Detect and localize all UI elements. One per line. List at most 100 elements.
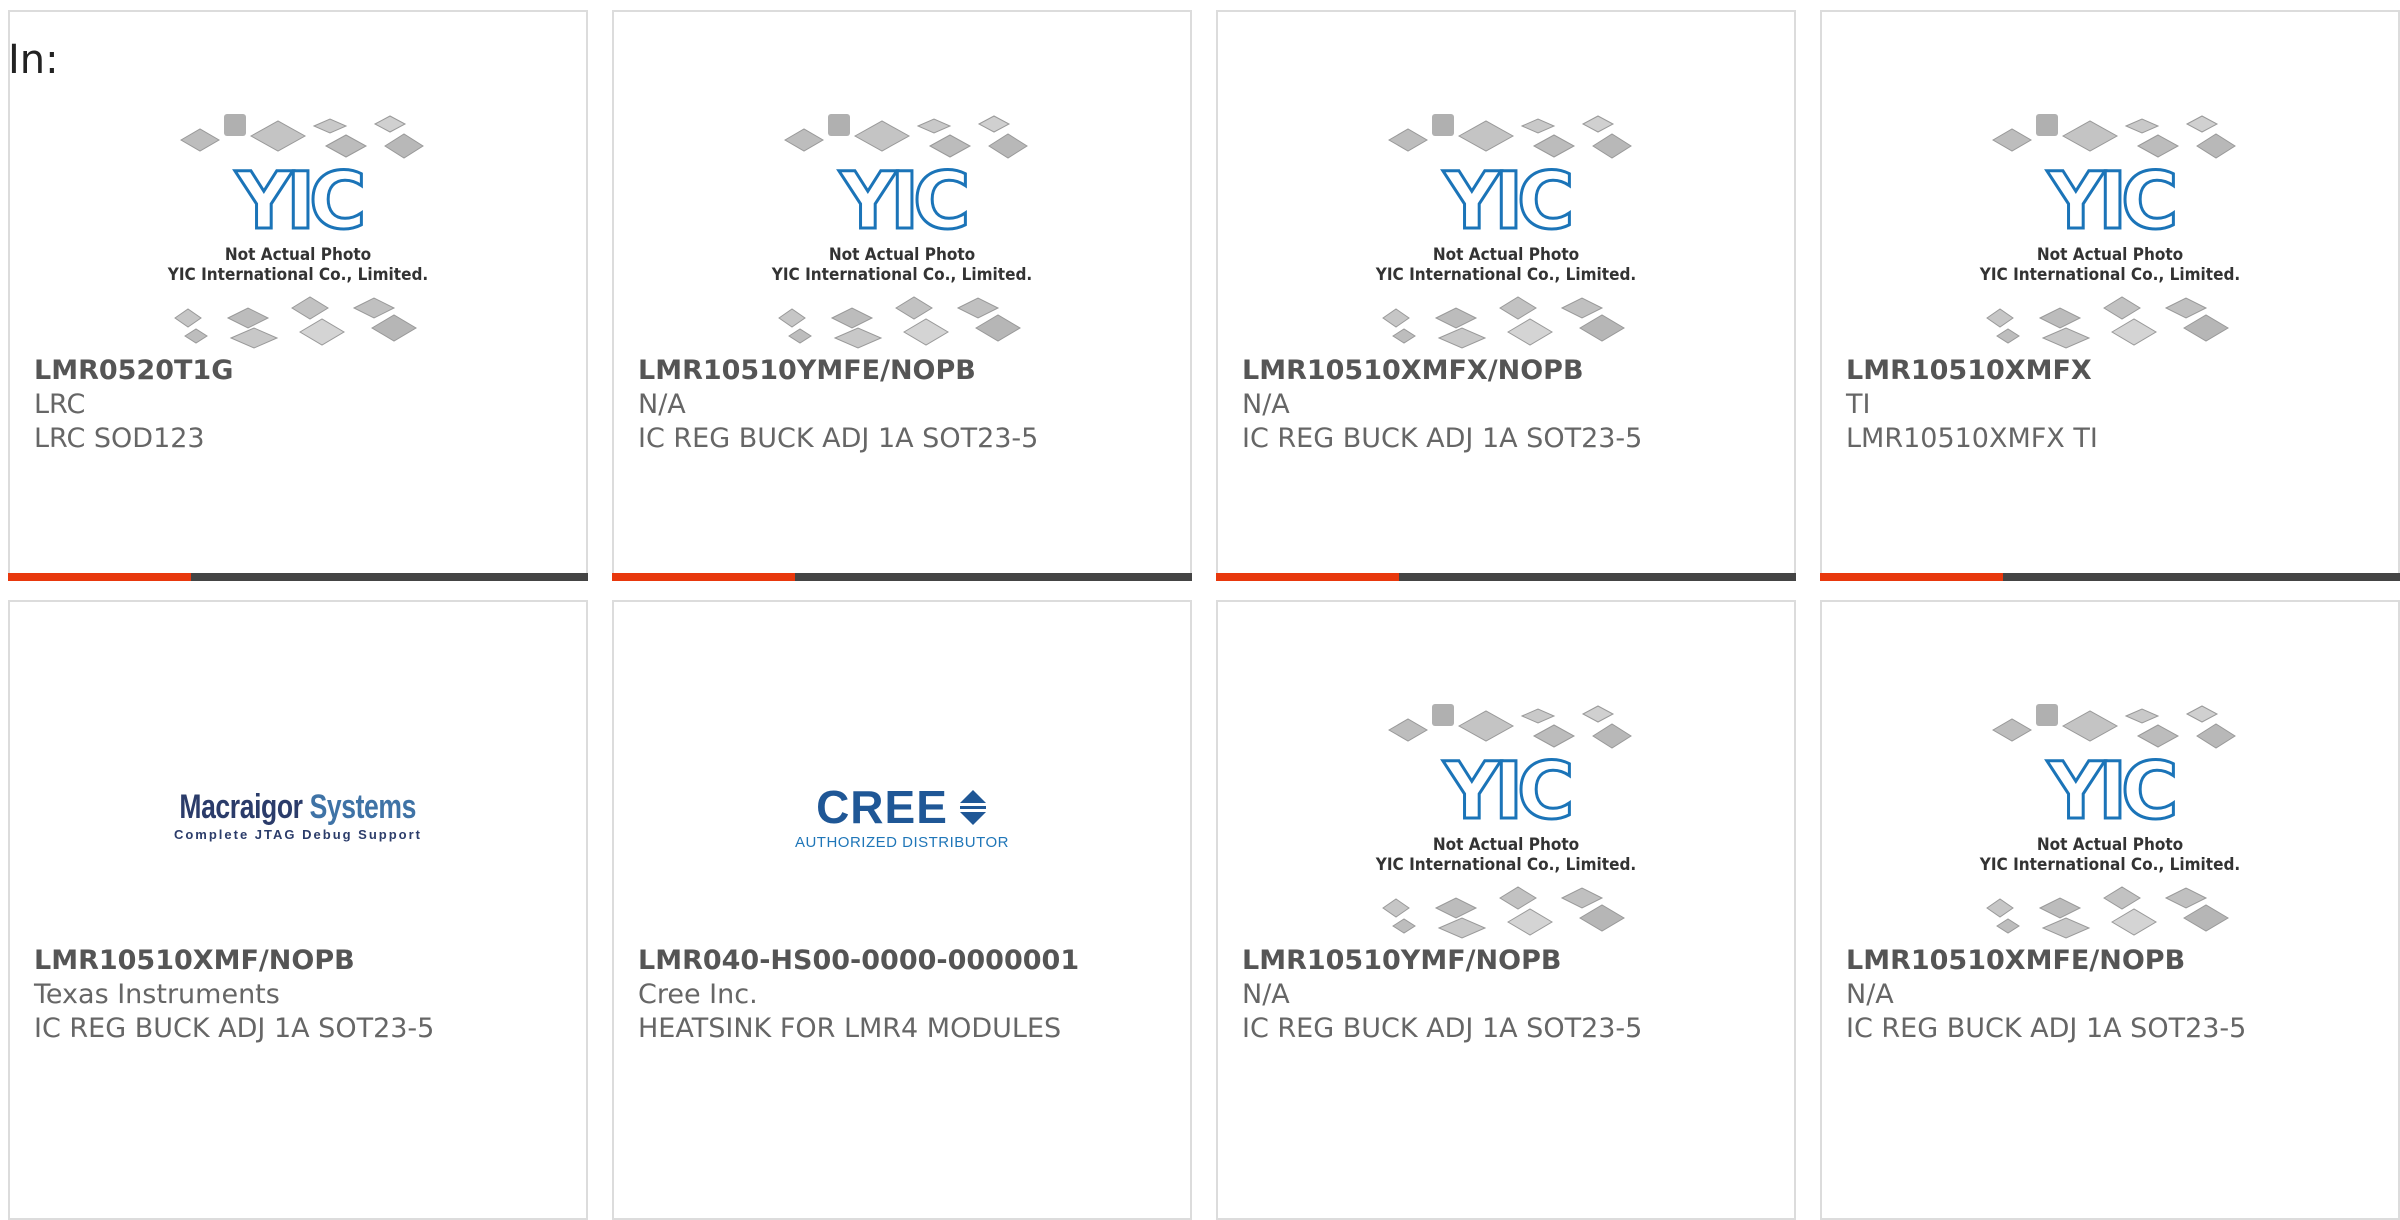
placeholder-caption: Not Actual Photo — [2037, 835, 2183, 855]
placeholder-caption: Not Actual Photo — [2037, 245, 2183, 265]
product-card[interactable]: YIC Not Actual Photo YIC International Co.… — [1820, 600, 2400, 1220]
chip-icon — [2124, 708, 2160, 724]
chip-icon — [1579, 904, 1625, 932]
manufacturer: Texas Instruments — [34, 979, 280, 1010]
chip-icon — [226, 307, 270, 329]
placeholder-caption: Not Actual Photo — [1433, 245, 1579, 265]
chip-icon — [1507, 318, 1553, 346]
chip-icon — [975, 314, 1021, 342]
chip-icon — [1437, 917, 1487, 939]
chip-icon — [324, 134, 368, 158]
chip-icon — [2185, 705, 2219, 723]
chip-icon — [1986, 898, 2014, 918]
part-number[interactable]: LMR10510XMFX — [1846, 354, 2378, 388]
chip-icon — [1996, 918, 2020, 934]
manufacturer: N/A — [1846, 979, 1894, 1010]
part-number[interactable]: LMR10510XMF/NOPB — [34, 944, 566, 978]
cree-logo: CREE AUTHORIZED DISTRIBUTOR — [614, 690, 1190, 940]
yic-logo: YIC — [2047, 747, 2175, 837]
manufacturer: LRC — [34, 389, 86, 420]
description: IC REG BUCK ADJ 1A SOT23-5 — [1242, 1013, 1643, 1044]
chip-icon — [895, 296, 933, 320]
yic-placeholder-image: YIC Not Actual Photo YIC International Co.… — [10, 100, 586, 350]
chip-icon — [249, 120, 307, 152]
part-number[interactable]: LMR10510YMFE/NOPB — [638, 354, 1170, 388]
chip-icon — [833, 327, 883, 349]
chip-icon — [2183, 314, 2229, 342]
chip-icon — [788, 328, 812, 344]
chip-icon — [1532, 724, 1576, 748]
chip-icon — [977, 115, 1011, 133]
chip-icon — [988, 133, 1028, 159]
chip-icon — [299, 318, 345, 346]
chip-icon — [184, 328, 208, 344]
placeholder-caption: YIC International Co., Limited. — [1979, 265, 2240, 285]
chip-icon — [2111, 908, 2157, 936]
chip-icon — [1520, 708, 1556, 724]
brand-tagline: AUTHORIZED DISTRIBUTOR — [794, 833, 1010, 851]
chip-icon — [1579, 314, 1625, 342]
chip-icon — [1382, 308, 1410, 328]
chip-icon — [1560, 887, 1604, 909]
chip-icon — [2061, 120, 2119, 152]
yic-logo: YIC — [839, 157, 967, 247]
product-card[interactable]: YIC Not Actual Photo YIC International Co.… — [1216, 10, 1796, 581]
product-card[interactable]: YIC Not Actual Photo YIC International Co.… — [612, 10, 1192, 581]
chip-icon — [180, 128, 220, 152]
chip-icon — [2111, 318, 2157, 346]
yic-placeholder-image: YIC Not Actual Photo YIC International Co.… — [1218, 100, 1794, 350]
chip-icon — [1592, 133, 1632, 159]
chip-icon — [2136, 134, 2180, 158]
chip-icon — [2036, 114, 2058, 136]
part-number[interactable]: LMR10510XMFE/NOPB — [1846, 944, 2378, 978]
chip-icon — [2103, 886, 2141, 910]
description: IC REG BUCK ADJ 1A SOT23-5 — [1242, 423, 1643, 454]
chip-icon — [1560, 297, 1604, 319]
yic-logo: YIC — [235, 157, 363, 247]
product-card[interactable]: YIC Not Actual Photo YIC International Co.… — [1820, 10, 2400, 581]
chip-icon — [1592, 723, 1632, 749]
card-bottom-bar — [1216, 573, 1796, 581]
yic-logo: YIC — [2047, 157, 2175, 247]
part-number[interactable]: LMR10510XMFX/NOPB — [1242, 354, 1774, 388]
chip-icon — [1392, 918, 1416, 934]
chip-icon — [2164, 297, 2208, 319]
placeholder-caption: Not Actual Photo — [1433, 835, 1579, 855]
chip-icon — [830, 307, 874, 329]
description: IC REG BUCK ADJ 1A SOT23-5 — [1846, 1013, 2247, 1044]
part-number[interactable]: LMR10510YMF/NOPB — [1242, 944, 1774, 978]
chip-icon — [1581, 705, 1615, 723]
placeholder-caption: YIC International Co., Limited. — [1375, 265, 1636, 285]
part-number[interactable]: LMR040-HS00-0000-0000001 — [638, 944, 1170, 978]
product-card[interactable]: CREE AUTHORIZED DISTRIBUTOR LMR040-HS00-… — [612, 600, 1192, 1220]
yic-placeholder-image: YIC Not Actual Photo YIC International Co.… — [1822, 690, 2398, 940]
product-card[interactable]: YIC Not Actual Photo YIC International Co.… — [1216, 600, 1796, 1220]
chip-icon — [778, 308, 806, 328]
chip-icon — [928, 134, 972, 158]
yic-placeholder-image: YIC Not Actual Photo YIC International Co.… — [1218, 690, 1794, 940]
part-number[interactable]: LMR0520T1G — [34, 354, 566, 388]
description: LRC SOD123 — [34, 423, 205, 454]
chip-icon — [1532, 134, 1576, 158]
placeholder-caption: YIC International Co., Limited. — [1979, 855, 2240, 875]
chip-icon — [2136, 724, 2180, 748]
chip-icon — [784, 128, 824, 152]
chip-icon — [1432, 114, 1454, 136]
chip-icon — [1457, 120, 1515, 152]
chip-icon — [373, 115, 407, 133]
chip-icon — [1388, 128, 1428, 152]
chip-icon — [1996, 328, 2020, 344]
macraigor-logo: Macraigor Systems Complete JTAG Debug Su… — [10, 690, 586, 940]
product-card[interactable]: YIC Not Actual Photo YIC International Co.… — [8, 10, 588, 581]
chip-icon — [1499, 886, 1537, 910]
manufacturer: N/A — [1242, 389, 1290, 420]
chip-icon — [1434, 897, 1478, 919]
product-card[interactable]: Macraigor Systems Complete JTAG Debug Su… — [8, 600, 588, 1220]
chip-icon — [2183, 904, 2229, 932]
chip-icon — [2196, 133, 2236, 159]
chip-icon — [2041, 917, 2091, 939]
chip-icon — [1507, 908, 1553, 936]
chip-icon — [1382, 898, 1410, 918]
chip-icon — [371, 314, 417, 342]
chip-icon — [2038, 307, 2082, 329]
